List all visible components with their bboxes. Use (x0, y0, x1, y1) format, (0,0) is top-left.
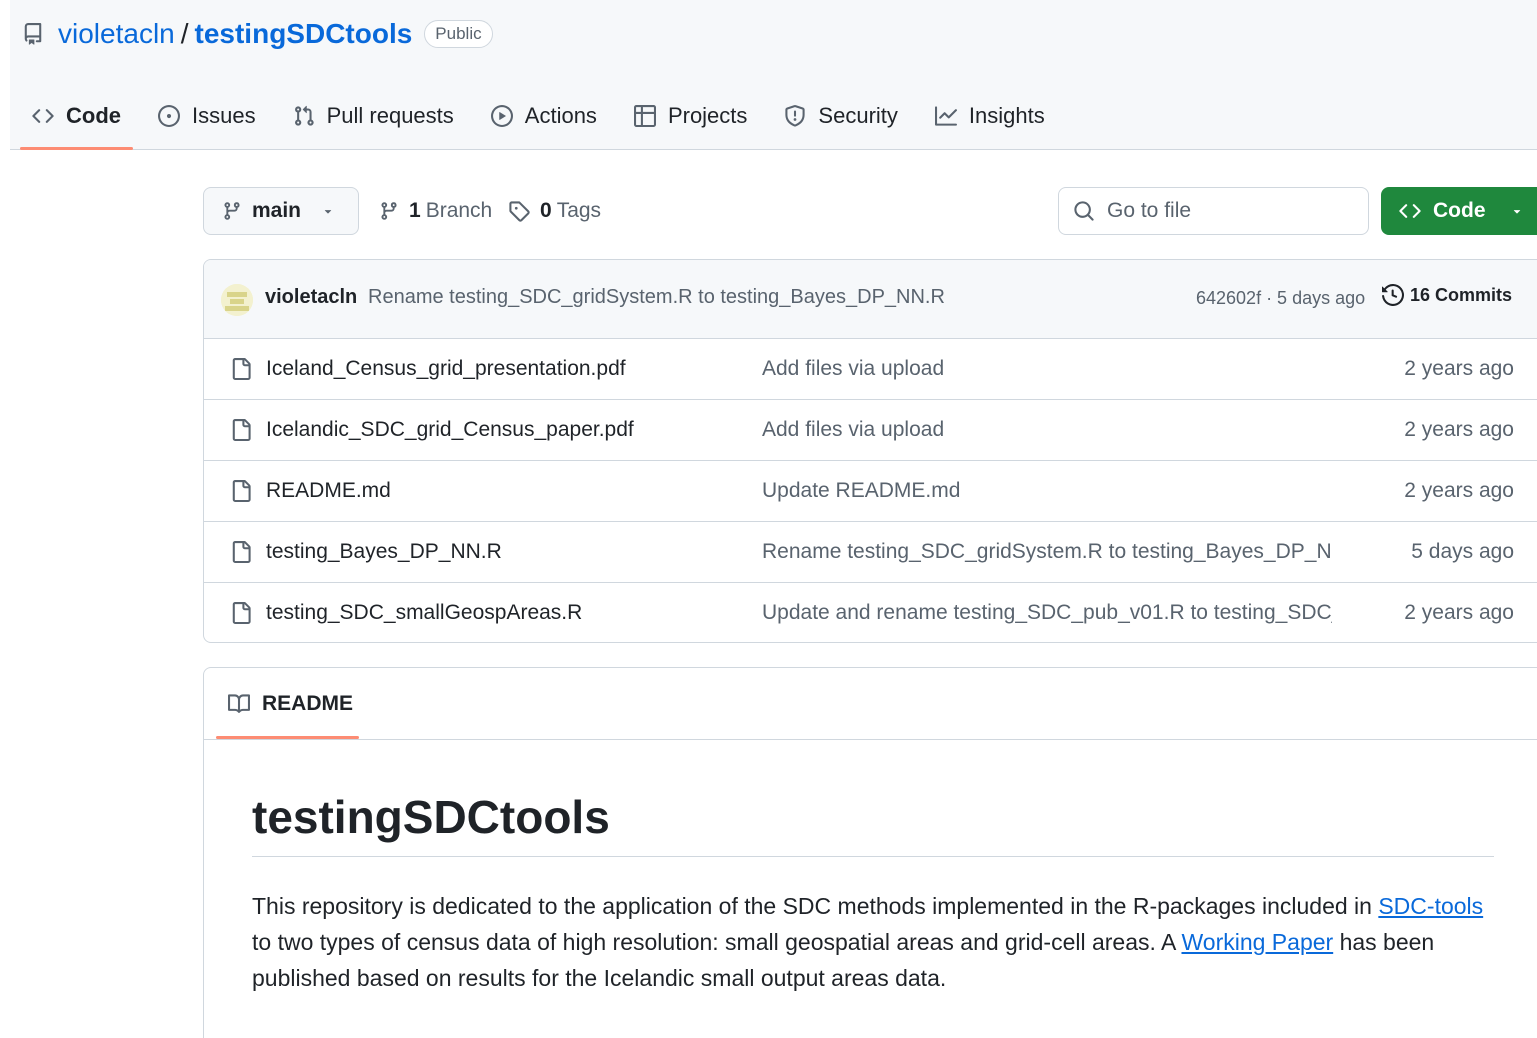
readme-title: testingSDCtools (252, 790, 1494, 857)
file-commit-time: 5 days ago (1411, 540, 1514, 563)
avatar[interactable] (221, 284, 253, 316)
repo-nav: Code Issues Pull requests Actions Projec… (20, 96, 1070, 150)
table-row[interactable]: README.md Update README.md 2 years ago (204, 461, 1537, 522)
repo-header: violetacln / testingSDCtools Public Code… (10, 0, 1537, 150)
file-commit-time: 2 years ago (1404, 479, 1514, 502)
code-dropdown-button[interactable]: Code (1381, 187, 1537, 235)
history-icon (1382, 284, 1404, 306)
tag-icon (509, 201, 530, 222)
tab-projects-label: Projects (667, 103, 748, 128)
branch-selector-button[interactable]: main (203, 187, 359, 235)
commit-hash-time[interactable]: 642602f · 5 days ago (1196, 288, 1365, 309)
issue-icon (158, 105, 180, 127)
file-name[interactable]: Iceland_Census_grid_presentation.pdf (266, 357, 626, 381)
tab-pull-requests[interactable]: Pull requests (281, 96, 466, 136)
search-icon (1074, 201, 1094, 221)
file-icon (232, 480, 251, 502)
commits-history-link[interactable]: 16 Commits (1382, 284, 1512, 306)
file-commit-time: 2 years ago (1404, 357, 1514, 380)
tab-code[interactable]: Code (20, 96, 133, 150)
code-icon (1399, 204, 1421, 218)
tag-count: 0 (540, 199, 552, 222)
tag-label: Tags (556, 199, 602, 222)
branch-icon (224, 202, 240, 220)
graph-icon (934, 106, 957, 126)
go-to-file-input[interactable] (1107, 199, 1347, 223)
repo-owner-link[interactable]: violetacln (58, 18, 175, 50)
tab-insights[interactable]: Insights (923, 96, 1057, 136)
table-row[interactable]: testing_Bayes_DP_NN.R Rename testing_SDC… (204, 522, 1537, 583)
file-table: violetacln Rename testing_SDC_gridSystem… (203, 259, 1537, 643)
file-icon (232, 358, 251, 380)
readme-paragraph: This repository is dedicated to the appl… (252, 888, 1492, 996)
tab-issues[interactable]: Issues (146, 96, 268, 136)
book-icon (228, 694, 250, 713)
go-to-file-search[interactable] (1058, 187, 1369, 235)
play-icon (490, 105, 513, 127)
branches-link[interactable]: 1 Branch (379, 187, 492, 235)
file-commit-message[interactable]: Rename testing_SDC_gridSystem.R to testi… (762, 540, 1332, 564)
table-row[interactable]: Icelandic_SDC_grid_Census_paper.pdf Add … (204, 400, 1537, 461)
file-name[interactable]: testing_SDC_smallGeospAreas.R (266, 601, 582, 625)
file-commit-time: 2 years ago (1404, 418, 1514, 441)
tab-pull-requests-label: Pull requests (326, 103, 454, 128)
commits-count: 16 Commits (1410, 284, 1513, 305)
file-name[interactable]: README.md (266, 479, 391, 503)
readme-tab-label: README (262, 692, 354, 715)
repo-name-link[interactable]: testingSDCtools (195, 18, 413, 50)
latest-commit-bar: violetacln Rename testing_SDC_gridSystem… (204, 260, 1537, 339)
visibility-badge: Public (424, 20, 493, 48)
table-row[interactable]: Iceland_Census_grid_presentation.pdf Add… (204, 339, 1537, 400)
file-commit-message[interactable]: Add files via upload (762, 357, 944, 381)
readme-text-2: to two types of census data of high reso… (252, 929, 1182, 955)
tab-issues-label: Issues (192, 103, 256, 128)
repo-title: violetacln / testingSDCtools Public (22, 16, 493, 52)
shield-icon (785, 105, 806, 127)
repo-icon (22, 23, 44, 45)
tab-security-label: Security (818, 103, 898, 128)
branch-name: main (252, 199, 302, 222)
commit-author[interactable]: violetacln (265, 286, 357, 309)
working-paper-link[interactable]: Working Paper (1181, 929, 1333, 955)
chevron-down-icon (1513, 210, 1520, 214)
file-icon (232, 419, 251, 441)
table-row[interactable]: testing_SDC_smallGeospAreas.R Update and… (204, 583, 1537, 642)
tab-readme[interactable]: README (216, 668, 365, 740)
file-commit-time: 2 years ago (1404, 601, 1514, 624)
branch-icon (381, 202, 397, 220)
tab-security[interactable]: Security (772, 96, 909, 136)
code-icon (32, 109, 54, 123)
repo-path-separator: / (180, 18, 189, 49)
file-commit-message[interactable]: Update README.md (762, 479, 960, 503)
table-icon (633, 105, 656, 127)
branch-count: 1 (409, 199, 421, 222)
file-icon (232, 541, 251, 563)
file-icon (232, 602, 251, 624)
file-commit-message[interactable]: Update and rename testing_SDC_pub_v01.R … (762, 601, 1332, 625)
file-name[interactable]: Icelandic_SDC_grid_Census_paper.pdf (266, 418, 634, 442)
file-name[interactable]: testing_Bayes_DP_NN.R (266, 540, 502, 564)
tab-projects[interactable]: Projects (622, 96, 759, 136)
tab-actions[interactable]: Actions (479, 96, 609, 136)
commit-message[interactable]: Rename testing_SDC_gridSystem.R to testi… (368, 286, 945, 309)
tab-actions-label: Actions (524, 103, 597, 128)
file-commit-message[interactable]: Add files via upload (762, 418, 944, 442)
readme-panel: README testingSDCtools This repository i… (203, 667, 1537, 1038)
tab-code-label: Code (66, 103, 121, 128)
sdc-tools-link[interactable]: SDC-tools (1378, 893, 1483, 919)
pull-request-icon (294, 105, 314, 126)
chevron-down-icon (324, 210, 332, 214)
readme-text-1: This repository is dedicated to the appl… (252, 893, 1379, 919)
code-button-label: Code (1433, 199, 1486, 222)
tab-insights-label: Insights (968, 103, 1045, 128)
branch-label: Branch (425, 199, 493, 222)
readme-divider (204, 739, 1537, 740)
tags-link[interactable]: 0 Tags (508, 187, 601, 235)
